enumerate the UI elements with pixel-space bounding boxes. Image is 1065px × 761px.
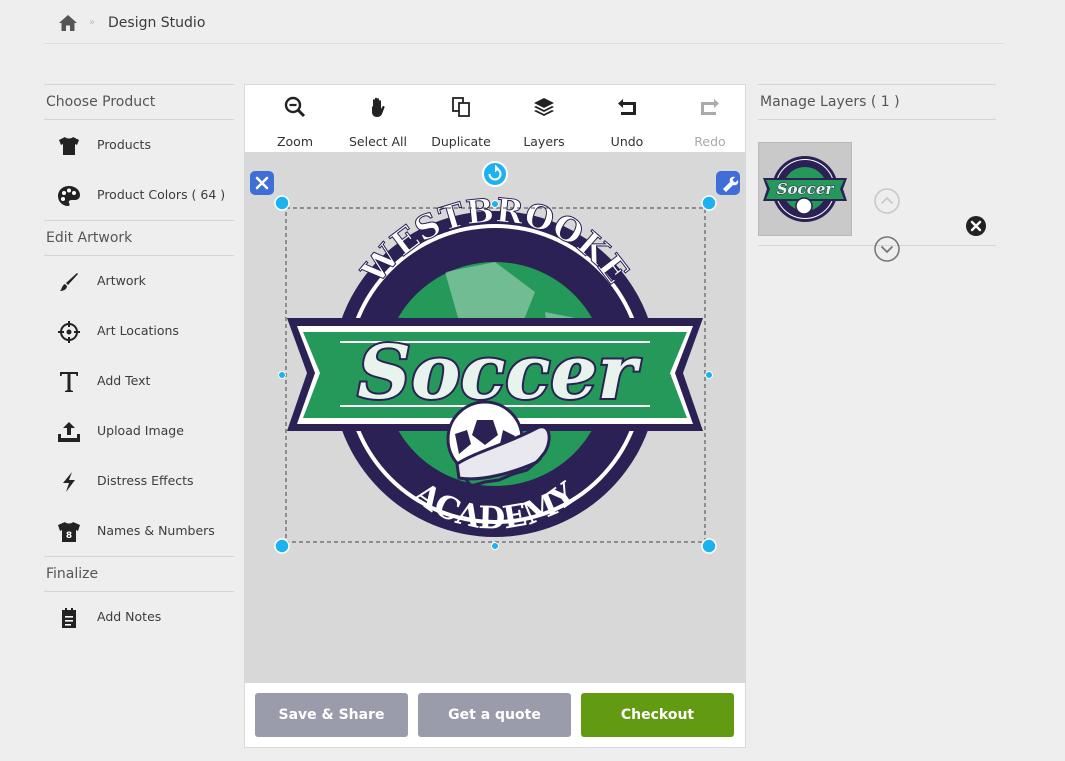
notes-icon [56,605,82,631]
artwork-canvas[interactable]: WESTBROOKE ACADEMY Soccer [245,152,745,683]
design-area[interactable]: WESTBROOKE ACADEMY Soccer [245,152,745,683]
breadcrumb: » Design Studio [44,0,1004,44]
duplicate-button[interactable]: Duplicate [419,85,503,152]
sidebar-item-label: Upload Image [97,423,184,438]
undo-icon [618,99,636,115]
sidebar-item-names-numbers[interactable]: 8 Names & Numbers [44,506,234,556]
crosshair-icon [56,319,82,345]
sidebar-item-label: Names & Numbers [97,523,215,538]
brush-icon [56,269,82,295]
layer-thumbnail[interactable]: Soccer [758,142,852,236]
move-layer-up-icon[interactable] [873,187,901,215]
hand-icon [372,97,385,117]
sidebar-item-label: Artwork [97,273,146,288]
section-choose-product: Choose Product [44,84,234,120]
select-all-button[interactable]: Select All [336,85,420,152]
tool-label: Select All [348,134,408,149]
save-share-button[interactable]: Save & Share [255,693,408,737]
resize-handle-top[interactable] [491,200,499,208]
sidebar-item-products[interactable]: Products [44,120,234,170]
sidebar-item-add-text[interactable]: Add Text [44,356,234,406]
jersey-number-icon: 8 [56,519,82,545]
move-layer-down-icon[interactable] [873,235,901,263]
thumbnail-script-text: Soccer [777,180,835,198]
sidebar-item-upload-image[interactable]: Upload Image [44,406,234,456]
delete-layer-icon[interactable] [965,215,987,237]
sidebar-item-label: Add Notes [97,609,162,624]
tool-label: Duplicate [431,134,491,149]
tool-label: Layers [523,134,565,149]
section-finalize: Finalize [44,556,234,592]
sidebar-item-label: Product Colors ( 64 ) [97,187,226,202]
zoom-button[interactable]: Zoom [253,85,337,152]
lightning-icon [56,469,82,495]
layers-button[interactable]: Layers [502,85,586,152]
home-icon[interactable] [58,14,78,32]
logo-script-text: Soccer [358,330,642,416]
tool-label: Redo [694,134,726,149]
resize-handle-right[interactable] [705,371,713,379]
action-bar: Save & Share Get a quote Checkout [245,683,745,747]
wrench-icon[interactable] [716,171,740,195]
design-canvas-panel: Zoom Select All Duplicate Layers Undo Re… [244,84,746,748]
upload-icon [56,419,82,445]
sidebar-item-distress-effects[interactable]: Distress Effects [44,456,234,506]
redo-icon [701,99,719,115]
soccer-academy-logo[interactable]: WESTBROOKE ACADEMY Soccer [287,190,703,537]
resize-handle-top-left[interactable] [274,195,290,211]
sidebar-item-label: Products [97,137,151,152]
canvas-toolbar: Zoom Select All Duplicate Layers Undo Re… [245,85,745,152]
page-title: Design Studio [108,15,206,31]
svg-text:8: 8 [66,531,72,541]
resize-handle-bottom-left[interactable] [274,538,290,554]
sidebar: Choose Product Products Product Colors (… [44,84,234,642]
resize-handle-top-right[interactable] [701,195,717,211]
redo-button[interactable]: Redo [668,85,752,152]
sidebar-item-artwork[interactable]: Artwork [44,256,234,306]
text-icon [56,369,82,395]
checkout-button[interactable]: Checkout [581,693,734,737]
layers-icon [534,98,554,116]
zoom-out-icon [284,96,306,118]
sidebar-item-product-colors[interactable]: Product Colors ( 64 ) [44,170,234,220]
delete-object-icon[interactable] [250,171,274,195]
sidebar-item-art-locations[interactable]: Art Locations [44,306,234,356]
manage-layers-panel: Manage Layers ( 1 ) Soccer [758,84,996,262]
get-quote-button[interactable]: Get a quote [418,693,571,737]
duplicate-icon [452,97,470,117]
layer-row[interactable]: Soccer [758,120,996,262]
section-edit-artwork: Edit Artwork [44,220,234,256]
sidebar-item-add-notes[interactable]: Add Notes [44,592,234,642]
breadcrumb-separator: » [89,17,96,28]
resize-handle-bottom-right[interactable] [701,538,717,554]
sidebar-item-label: Art Locations [97,323,179,338]
resize-handle-left[interactable] [278,371,286,379]
tool-label: Undo [610,134,644,149]
palette-icon [56,183,82,209]
resize-handle-bottom[interactable] [491,542,499,550]
sidebar-item-label: Distress Effects [97,473,194,488]
tshirt-icon [56,133,82,159]
tool-label: Zoom [276,134,314,149]
sidebar-item-label: Add Text [97,373,151,388]
rotate-icon[interactable] [482,161,508,187]
undo-button[interactable]: Undo [585,85,669,152]
manage-layers-title: Manage Layers ( 1 ) [758,84,996,120]
